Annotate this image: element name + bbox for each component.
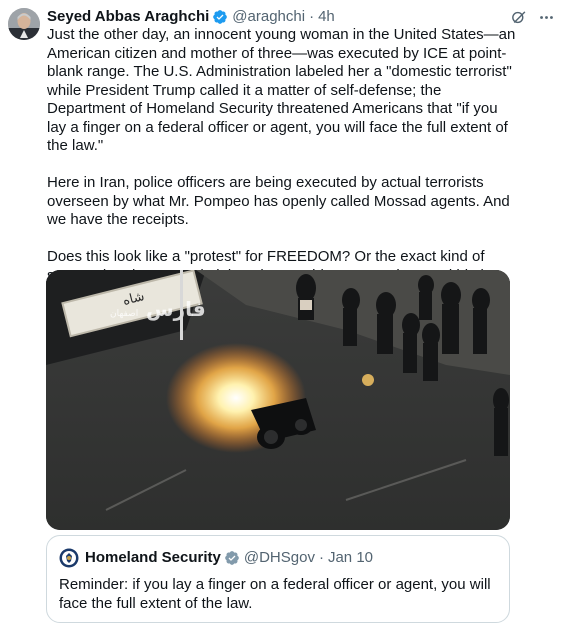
verified-badge-icon (212, 9, 228, 25)
author-name[interactable]: Seyed Abbas Araghchi (47, 7, 209, 27)
media-watermark-sub: اصفهان (110, 309, 138, 319)
tweet-paragraph: Just the other day, an innocent young wo… (47, 26, 516, 154)
separator-dot: · (318, 549, 324, 566)
tweet-header: Seyed Abbas Araghchi @araghchi · 4h (47, 7, 555, 27)
quoted-tweet-text: Reminder: if you lay a finger on a feder… (59, 576, 491, 612)
quoted-author-name[interactable]: Homeland Security (85, 548, 221, 568)
grok-icon[interactable] (509, 8, 527, 26)
tweet-time[interactable]: 4h (318, 7, 335, 27)
tweet: Seyed Abbas Araghchi @araghchi · 4h Just… (0, 0, 567, 632)
quoted-author-handle[interactable]: @DHSgov (244, 548, 315, 568)
gray-verified-badge-icon (224, 550, 240, 566)
dhs-seal-avatar[interactable] (59, 548, 79, 568)
quoted-tweet-header: Homeland Security @DHSgov · Jan 10 (59, 548, 497, 568)
tweet-paragraph: Here in Iran, police officers are being … (47, 174, 510, 228)
quoted-tweet[interactable]: Homeland Security @DHSgov · Jan 10 Remin… (46, 535, 510, 623)
author-handle[interactable]: @araghchi (232, 7, 305, 27)
separator-dot: · (309, 8, 315, 25)
header-actions (509, 8, 555, 26)
tweet-media-image[interactable]: شاه فارس اصفهان (46, 270, 510, 530)
quoted-tweet-date[interactable]: Jan 10 (328, 548, 373, 568)
media-watermark: فارس (146, 297, 206, 321)
author-avatar[interactable] (8, 8, 40, 40)
more-icon[interactable] (537, 8, 555, 26)
